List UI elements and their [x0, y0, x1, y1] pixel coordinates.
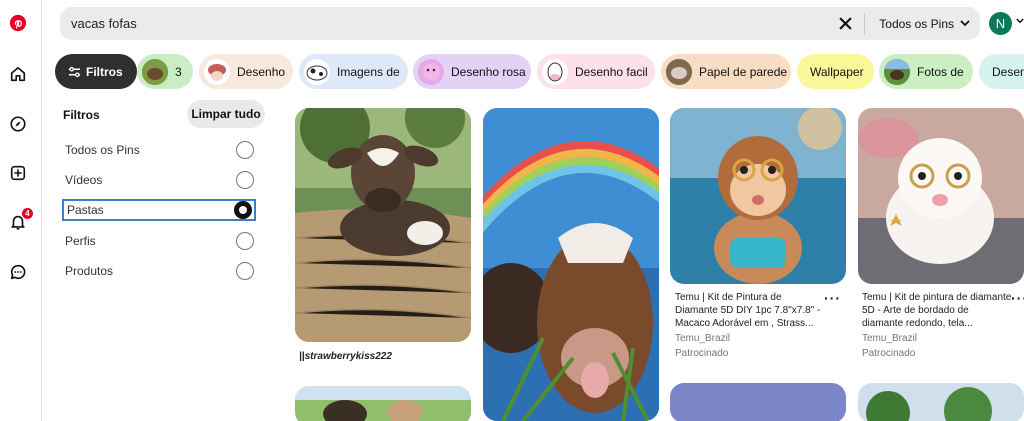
- chip-label: Desenho: [237, 64, 286, 79]
- filter-option-label: Perfis: [65, 234, 96, 248]
- chip-imagens-de[interactable]: Imagens de: [299, 54, 408, 89]
- notification-badge: 4: [22, 208, 33, 219]
- more-options-icon[interactable]: ···: [1011, 290, 1024, 306]
- pin-image-calf[interactable]: [295, 108, 471, 342]
- pin-title[interactable]: Temu | Kit de Pintura de Diamante 5D DIY…: [675, 291, 825, 330]
- cow-image-thumbnail-icon: [304, 58, 330, 85]
- account-chevron-icon[interactable]: [1016, 18, 1024, 24]
- chip-label: Fotos de: [917, 64, 964, 79]
- pin-title[interactable]: Temu | Kit de pintura de diamante 5D - A…: [862, 291, 1012, 330]
- pin-source[interactable]: Temu_Brazil: [862, 333, 917, 344]
- cow-drawing-thumbnail-icon: [204, 58, 230, 85]
- search-divider: [864, 12, 866, 35]
- photo-thumbnail-icon: [884, 58, 910, 85]
- chip-3[interactable]: 3: [137, 54, 193, 89]
- pin-image-sky[interactable]: [670, 383, 846, 421]
- filter-option-products[interactable]: Produtos: [62, 260, 256, 282]
- chip-label: Wallpaper: [810, 64, 864, 79]
- filter-option-label: Vídeos: [65, 173, 103, 187]
- radio-button-selected[interactable]: [234, 201, 252, 219]
- pin-image-cow-rainbow[interactable]: [483, 108, 659, 421]
- pin-image-trees[interactable]: [858, 383, 1024, 421]
- pinterest-logo-icon[interactable]: [7, 12, 29, 34]
- radio-button[interactable]: [236, 141, 254, 159]
- chip-label: Imagens de: [337, 64, 400, 79]
- clear-all-button[interactable]: Limpar tudo: [187, 100, 265, 128]
- chip-label: Papel de parede: [699, 64, 788, 79]
- filter-option-label: Todos os Pins: [65, 143, 140, 157]
- search-scope-dropdown[interactable]: Todos os Pins: [879, 17, 970, 31]
- filter-option-videos[interactable]: Vídeos: [62, 169, 256, 191]
- pin-source[interactable]: Temu_Brazil: [675, 333, 730, 344]
- chip-desen[interactable]: Desen: [979, 54, 1024, 89]
- sponsored-label: Patrocinado: [862, 348, 916, 359]
- chevron-down-icon: [960, 20, 970, 27]
- chip-papel-de-parede[interactable]: Papel de parede: [661, 54, 791, 89]
- user-avatar[interactable]: N: [989, 12, 1012, 35]
- chip-label: Desenho facil: [575, 64, 648, 79]
- sponsored-label: Patrocinado: [675, 348, 729, 359]
- explore-compass-icon[interactable]: [7, 113, 29, 135]
- chip-desenho-facil[interactable]: Desenho facil: [537, 54, 655, 89]
- search-input[interactable]: vacas fofas: [71, 16, 832, 31]
- home-icon[interactable]: [7, 63, 29, 85]
- filter-option-profiles[interactable]: Perfis: [62, 230, 256, 252]
- guide-chips: Filtros 3 Desenho Imagens de Desenho ros…: [55, 54, 1024, 89]
- messages-icon[interactable]: [7, 261, 29, 283]
- create-icon[interactable]: [7, 162, 29, 184]
- wallpaper-thumbnail-icon: [666, 58, 692, 85]
- pin-image-fluffy-monkey[interactable]: [858, 108, 1024, 284]
- chip-desenho-rosa[interactable]: Desenho rosa: [413, 54, 531, 89]
- pin-image-cows-field[interactable]: [295, 386, 471, 421]
- filters-chip[interactable]: Filtros: [55, 54, 137, 89]
- notifications-bell-icon[interactable]: 4: [7, 208, 33, 233]
- cow-thumbnail-icon: [142, 58, 168, 85]
- chip-fotos-de[interactable]: Fotos de: [879, 54, 973, 89]
- filter-option-boards[interactable]: Pastas: [62, 199, 256, 221]
- chip-label: Filtros: [86, 64, 123, 79]
- easy-cow-thumbnail-icon: [542, 58, 568, 85]
- chip-label: Desenho rosa: [451, 64, 526, 79]
- filter-option-all-pins[interactable]: Todos os Pins: [62, 139, 256, 161]
- search-bar[interactable]: vacas fofas Todos os Pins: [60, 7, 980, 40]
- pin-caption: ||strawberrykiss222: [299, 351, 392, 362]
- radio-button[interactable]: [236, 262, 254, 280]
- pin-image-monkey[interactable]: [670, 108, 846, 284]
- radio-button[interactable]: [236, 171, 254, 189]
- pink-cow-thumbnail-icon: [418, 58, 444, 85]
- chip-wallpaper[interactable]: Wallpaper: [797, 54, 874, 89]
- filter-option-label: Produtos: [65, 264, 114, 278]
- radio-button[interactable]: [236, 232, 254, 250]
- more-options-icon[interactable]: ···: [824, 290, 841, 306]
- left-nav-rail: 4: [0, 0, 42, 421]
- search-scope-label: Todos os Pins: [879, 16, 954, 31]
- filter-option-label: Pastas: [67, 203, 104, 217]
- chip-label: Desen: [992, 64, 1024, 79]
- chip-desenho[interactable]: Desenho: [199, 54, 293, 89]
- sliders-icon: [68, 66, 81, 77]
- filters-panel-title: Filtros: [63, 108, 100, 122]
- chip-label: 3: [175, 64, 182, 79]
- clear-search-icon[interactable]: [832, 11, 858, 37]
